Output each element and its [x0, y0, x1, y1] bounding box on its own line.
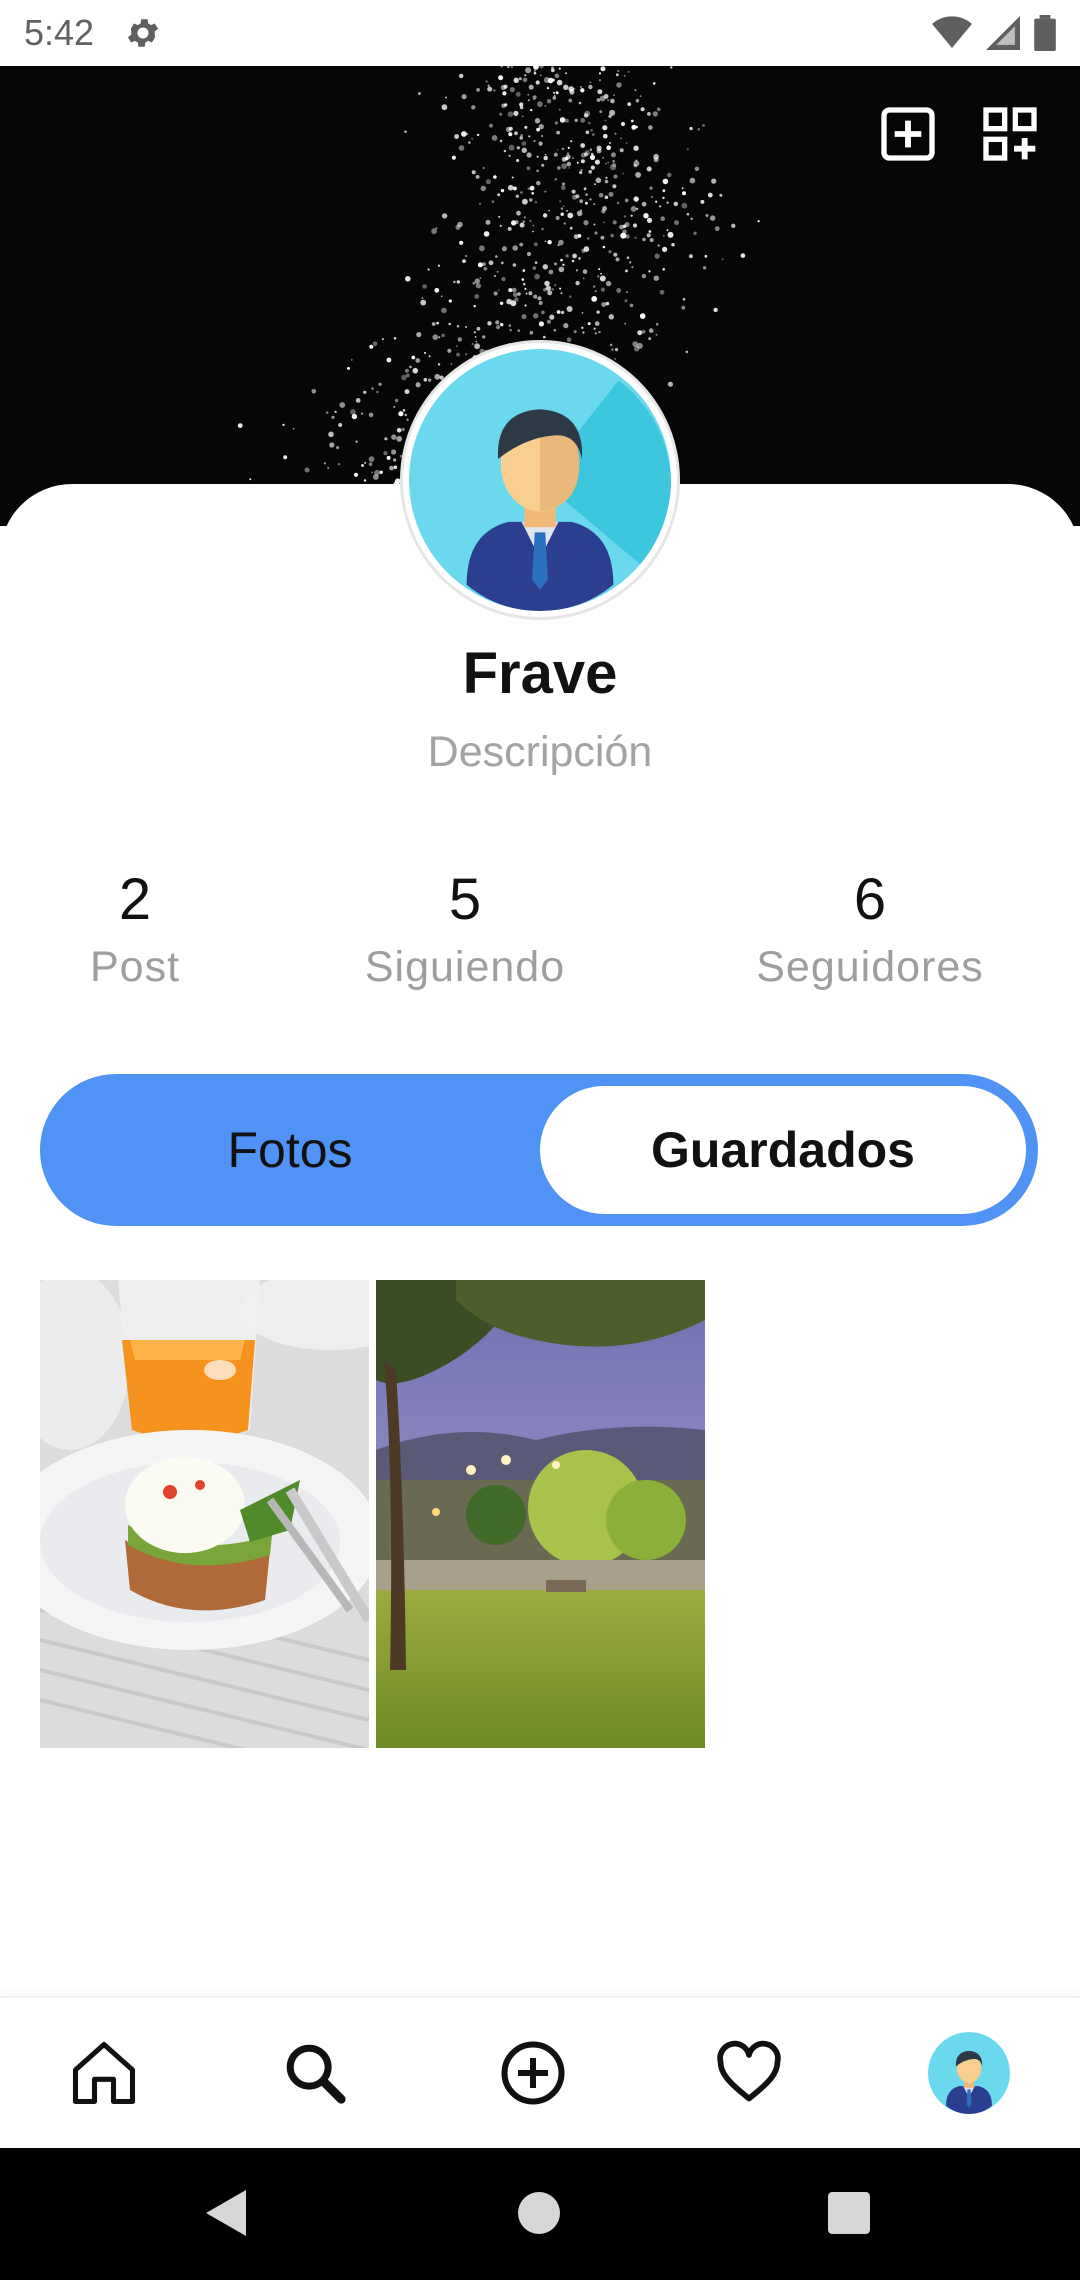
profile-description: Descripción	[427, 728, 653, 776]
stat-label: Siguiendo	[364, 943, 566, 991]
profile-name: Frave	[462, 641, 618, 706]
signal-icon	[986, 16, 1020, 50]
system-navigation-bar	[0, 2148, 1080, 2280]
tab-saved[interactable]: Guardados	[540, 1086, 1026, 1214]
stat-label: Seguidores	[756, 943, 984, 991]
status-time: 5:42	[24, 12, 95, 53]
qr-grid-plus-icon	[983, 107, 1037, 161]
profile-sheet	[0, 484, 1080, 1999]
stat-value: 2	[118, 867, 152, 932]
stat-posts[interactable]: 2 Post	[60, 865, 210, 997]
avatar[interactable]	[403, 343, 677, 617]
stat-value: 5	[448, 867, 482, 932]
stat-value: 6	[853, 867, 887, 932]
grid-photo-park[interactable]	[376, 1280, 705, 1748]
park-photo	[376, 1280, 705, 1748]
recents-square-icon[interactable]	[828, 2192, 870, 2234]
nav-profile-avatar[interactable]	[928, 2032, 1010, 2114]
nav-add[interactable]	[488, 2028, 578, 2118]
heart-icon	[717, 2040, 781, 2102]
home-icon	[72, 2041, 136, 2105]
nav-likes[interactable]	[704, 2028, 794, 2118]
user-avatar-icon	[928, 2032, 1010, 2114]
nav-search[interactable]	[270, 2028, 360, 2118]
stat-label: Post	[89, 943, 181, 991]
stat-following[interactable]: 5 Siguiendo	[335, 865, 595, 997]
tab-photos[interactable]: Fotos	[40, 1074, 540, 1226]
battery-icon	[1034, 15, 1056, 51]
gear-icon	[128, 19, 159, 47]
back-triangle-icon[interactable]	[206, 2190, 246, 2236]
grid-photo-breakfast[interactable]	[40, 1280, 369, 1748]
bottom-navigation	[0, 1996, 1080, 2148]
profile-screen: 5:42 Frave Descripción 2 Post 5 Siguiend…	[0, 0, 1080, 2280]
content-tabs: Fotos Guardados	[40, 1074, 1038, 1226]
add-post-button[interactable]	[876, 102, 940, 166]
user-avatar-icon	[409, 349, 671, 611]
qr-add-button[interactable]	[978, 102, 1042, 166]
breakfast-photo	[40, 1280, 369, 1748]
status-bar: 5:42	[0, 0, 1080, 66]
plus-circle-icon	[501, 2041, 565, 2105]
status-icons	[932, 15, 1056, 51]
stat-followers[interactable]: 6 Seguidores	[730, 865, 1010, 997]
home-circle-icon[interactable]	[518, 2192, 560, 2234]
nav-home[interactable]	[59, 2028, 149, 2118]
wifi-icon	[932, 16, 972, 48]
plus-square-icon	[881, 107, 935, 161]
search-icon	[286, 2044, 346, 2104]
